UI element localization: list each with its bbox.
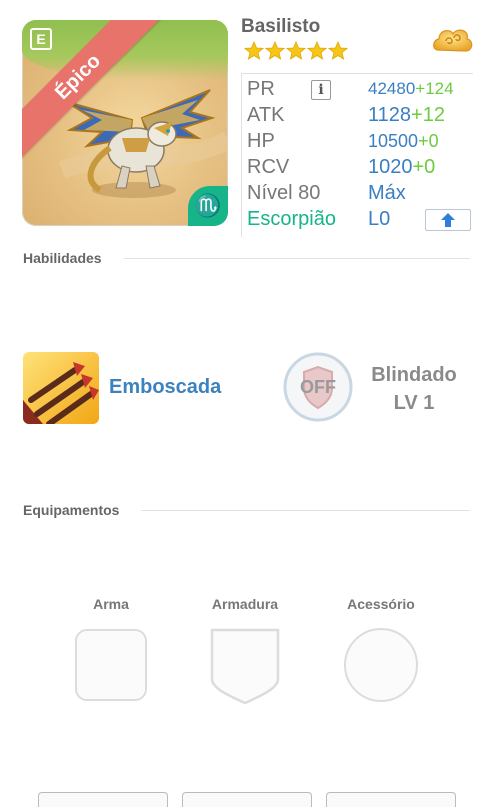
star-icon <box>265 41 285 60</box>
monster-name: Basilisto <box>241 16 321 37</box>
stats-divider <box>241 73 242 237</box>
accessory-slot[interactable] <box>344 628 418 702</box>
zodiac-scorpio-icon: ♏ <box>188 186 228 226</box>
skill-arrows-icon[interactable] <box>23 352 99 424</box>
section-divider <box>141 510 470 511</box>
stat-value: 1128+12 <box>368 102 445 128</box>
stat-value: 10500+0 <box>368 128 439 154</box>
weapon-slot[interactable] <box>75 629 147 701</box>
passive-name: Blindado <box>371 364 457 386</box>
stat-bonus: +124 <box>415 79 454 98</box>
cloud-icon[interactable] <box>430 22 474 60</box>
stat-label: PR <box>247 78 275 100</box>
deck-icon[interactable]: E <box>30 28 52 50</box>
star-icon <box>244 41 264 60</box>
equipment-section-title: Equipamentos <box>23 502 120 518</box>
passive-off-badge: OFF <box>300 377 336 397</box>
passive-shield-off-icon[interactable]: OFF <box>283 352 353 422</box>
stat-base: 1128 <box>368 104 412 126</box>
star-icon <box>286 41 306 60</box>
arrow-up-icon <box>441 213 455 227</box>
stats-divider <box>241 73 473 74</box>
stat-label: HP <box>247 130 275 152</box>
stat-base: 10500 <box>368 131 419 151</box>
stat-label: RCV <box>247 156 290 178</box>
info-icon[interactable]: i <box>311 80 331 100</box>
level-value: Máx <box>368 182 406 204</box>
armor-slot-label: Armadura <box>211 596 279 612</box>
skill-name[interactable]: Emboscada <box>109 376 221 399</box>
stat-bonus: +0 <box>418 131 439 151</box>
stat-base: 42480 <box>368 79 416 98</box>
stat-value: 42480+124 <box>368 76 454 102</box>
stat-label: ATK <box>247 104 285 126</box>
stat-value: 1020+0 <box>368 154 435 180</box>
weapon-slot-label: Arma <box>93 596 129 612</box>
stat-bonus: +0 <box>412 156 436 178</box>
armor-slot[interactable] <box>208 627 282 705</box>
star-icon <box>328 41 348 60</box>
rarity-stars <box>244 41 349 66</box>
star-icon <box>307 41 327 60</box>
stat-bonus: +12 <box>411 104 445 126</box>
zodiac-level-value: L0 <box>368 208 391 230</box>
stats-panel: PR i 42480+124 ATK 1128+12 HP 10500+0 RC… <box>241 73 473 237</box>
section-divider <box>124 258 470 259</box>
level-label: Nível 80 <box>247 182 321 204</box>
zodiac-label: Escorpião <box>247 208 336 230</box>
monster-portrait[interactable]: Épico E ♏ <box>22 20 228 226</box>
abilities-section-title: Habilidades <box>23 250 102 266</box>
accessory-slot-label: Acessório <box>347 596 415 612</box>
passive-level: LV 1 <box>393 392 435 414</box>
upgrade-button[interactable] <box>425 209 471 231</box>
stat-base: 1020 <box>368 156 413 178</box>
